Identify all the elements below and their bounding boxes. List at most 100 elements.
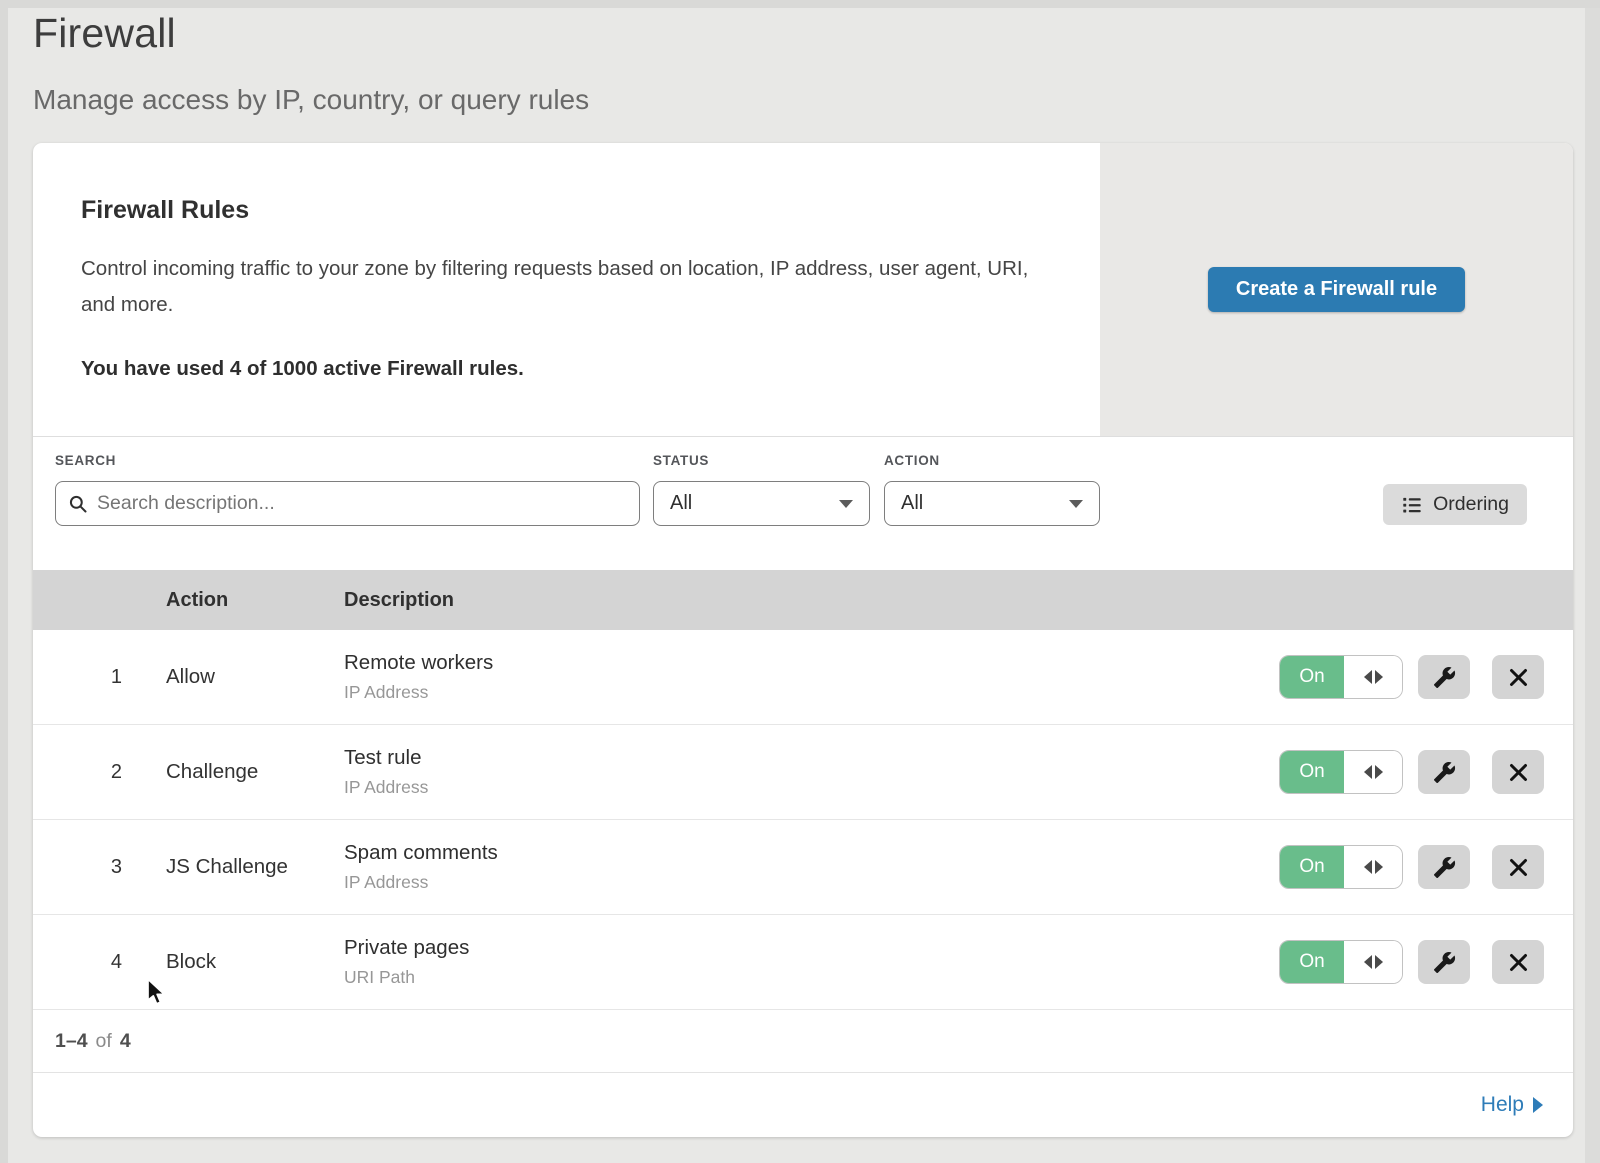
- toggle-handle[interactable]: [1344, 656, 1402, 698]
- arrow-left-icon: [1364, 765, 1372, 779]
- ordering-button[interactable]: Ordering: [1383, 484, 1527, 525]
- usage-note: You have used 4 of 1000 active Firewall …: [81, 357, 1060, 381]
- rule-controls: On: [1279, 940, 1544, 984]
- table-row: 1 Allow Remote workers IP Address On: [33, 630, 1573, 725]
- create-firewall-rule-button[interactable]: Create a Firewall rule: [1208, 267, 1465, 312]
- card-footer: Help: [33, 1073, 1573, 1136]
- rule-enable-toggle[interactable]: On: [1279, 845, 1403, 889]
- status-select[interactable]: All: [653, 481, 870, 526]
- filters-bar: SEARCH STATUS All: [33, 437, 1573, 570]
- help-link[interactable]: Help: [1481, 1093, 1543, 1117]
- toggle-on-label: On: [1280, 751, 1344, 793]
- edit-rule-button[interactable]: [1418, 655, 1470, 699]
- page-title: Firewall: [33, 10, 1600, 57]
- wrench-icon: [1433, 856, 1456, 879]
- arrow-right-icon: [1375, 765, 1383, 779]
- rule-action: Challenge: [166, 760, 344, 784]
- overview-section: Firewall Rules Control incoming traffic …: [33, 143, 1573, 437]
- page-header: Firewall Manage access by IP, country, o…: [0, 0, 1600, 116]
- description-column-header: Description: [344, 589, 1573, 612]
- rule-description: Private pages: [344, 936, 1279, 960]
- search-box[interactable]: [55, 481, 640, 526]
- rule-description-cell: Private pages URI Path: [344, 936, 1279, 988]
- rule-priority: 4: [33, 951, 166, 974]
- toggle-handle[interactable]: [1344, 846, 1402, 888]
- rule-priority: 3: [33, 856, 166, 879]
- table-header-row: Action Description: [33, 570, 1573, 630]
- rule-controls: On: [1279, 845, 1544, 889]
- toggle-on-label: On: [1280, 846, 1344, 888]
- rule-controls: On: [1279, 750, 1544, 794]
- table-row: 4 Block Private pages URI Path On: [33, 915, 1573, 1010]
- edit-rule-button[interactable]: [1418, 845, 1470, 889]
- search-icon: [68, 494, 88, 514]
- firewall-page: Firewall Manage access by IP, country, o…: [0, 0, 1600, 1163]
- action-label: ACTION: [884, 453, 1100, 468]
- action-select[interactable]: All: [884, 481, 1100, 526]
- rule-description-cell: Remote workers IP Address: [344, 651, 1279, 703]
- wrench-icon: [1433, 666, 1456, 689]
- rule-description: Remote workers: [344, 651, 1279, 675]
- rule-description: Test rule: [344, 746, 1279, 770]
- search-input[interactable]: [97, 492, 627, 515]
- table-row: 2 Challenge Test rule IP Address On: [33, 725, 1573, 820]
- help-link-label: Help: [1481, 1093, 1524, 1117]
- search-label: SEARCH: [55, 453, 640, 468]
- rule-action: Allow: [166, 665, 344, 689]
- arrow-right-icon: [1375, 955, 1383, 969]
- toggle-handle[interactable]: [1344, 751, 1402, 793]
- delete-rule-button[interactable]: [1492, 845, 1544, 889]
- overview-text: Firewall Rules Control incoming traffic …: [33, 143, 1100, 436]
- delete-rule-button[interactable]: [1492, 940, 1544, 984]
- close-icon: [1508, 952, 1529, 973]
- rule-enable-toggle[interactable]: On: [1279, 940, 1403, 984]
- arrow-right-icon: [1375, 670, 1383, 684]
- rule-description-cell: Test rule IP Address: [344, 746, 1279, 798]
- edit-rule-button[interactable]: [1418, 750, 1470, 794]
- rule-controls: On: [1279, 655, 1544, 699]
- action-select-value: All: [901, 492, 923, 515]
- delete-rule-button[interactable]: [1492, 655, 1544, 699]
- overview-description: Control incoming traffic to your zone by…: [81, 251, 1041, 323]
- close-icon: [1508, 857, 1529, 878]
- rule-action: JS Challenge: [166, 855, 344, 879]
- wrench-icon: [1433, 761, 1456, 784]
- arrow-right-icon: [1533, 1097, 1543, 1113]
- rule-match-type: IP Address: [344, 872, 1279, 893]
- rule-match-type: IP Address: [344, 777, 1279, 798]
- delete-rule-button[interactable]: [1492, 750, 1544, 794]
- chevron-down-icon: [1069, 500, 1083, 508]
- arrow-right-icon: [1375, 860, 1383, 874]
- table-row: 3 JS Challenge Spam comments IP Address …: [33, 820, 1573, 915]
- toggle-on-label: On: [1280, 656, 1344, 698]
- close-icon: [1508, 762, 1529, 783]
- wrench-icon: [1433, 951, 1456, 974]
- chevron-down-icon: [839, 500, 853, 508]
- rule-priority: 1: [33, 666, 166, 689]
- rule-enable-toggle[interactable]: On: [1279, 750, 1403, 794]
- toggle-handle[interactable]: [1344, 941, 1402, 983]
- create-rule-panel: Create a Firewall rule: [1100, 143, 1573, 436]
- arrow-left-icon: [1364, 955, 1372, 969]
- status-label: STATUS: [653, 453, 870, 468]
- page-subtitle: Manage access by IP, country, or query r…: [33, 84, 1600, 116]
- pagination-range: 1–4: [55, 1030, 88, 1053]
- rule-description: Spam comments: [344, 841, 1279, 865]
- ordering-list-icon: [1401, 494, 1423, 516]
- firewall-rules-card: Firewall Rules Control incoming traffic …: [33, 143, 1573, 1137]
- overview-heading: Firewall Rules: [81, 196, 1060, 225]
- status-filter-group: STATUS All: [640, 453, 870, 526]
- action-filter-group: ACTION All: [870, 453, 1100, 526]
- ordering-button-label: Ordering: [1433, 493, 1509, 516]
- action-column-header: Action: [166, 589, 344, 612]
- pagination-total: 4: [120, 1030, 131, 1053]
- rule-action: Block: [166, 950, 344, 974]
- close-icon: [1508, 667, 1529, 688]
- search-filter-group: SEARCH: [55, 453, 640, 526]
- edit-rule-button[interactable]: [1418, 940, 1470, 984]
- rule-priority: 2: [33, 761, 166, 784]
- rule-match-type: URI Path: [344, 967, 1279, 988]
- arrow-left-icon: [1364, 860, 1372, 874]
- rule-enable-toggle[interactable]: On: [1279, 655, 1403, 699]
- pagination-of-label: of: [96, 1030, 112, 1053]
